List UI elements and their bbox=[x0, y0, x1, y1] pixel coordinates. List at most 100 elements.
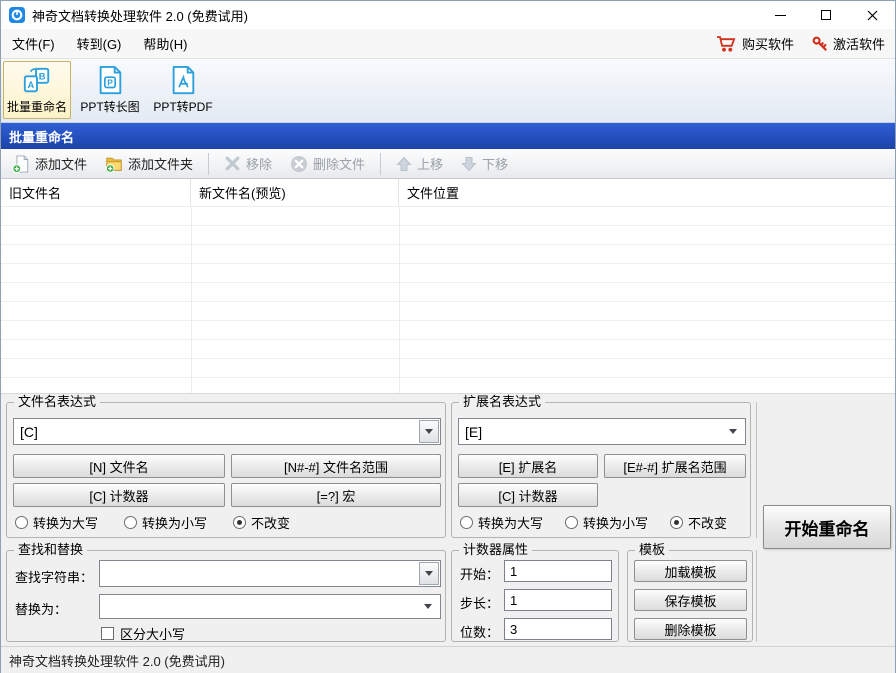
find-string-combo[interactable] bbox=[99, 560, 441, 587]
template-title: 模板 bbox=[635, 543, 669, 557]
radio-icon bbox=[460, 516, 473, 529]
extension-expression-title: 扩展名表达式 bbox=[459, 395, 545, 409]
checkbox-icon bbox=[101, 627, 114, 640]
radio-label: 转换为小写 bbox=[583, 513, 648, 532]
status-text: 神奇文档转换处理软件 2.0 (免费试用) bbox=[9, 651, 225, 670]
tab-ppt-to-long-image[interactable]: P PPT转长图 bbox=[76, 61, 144, 119]
delete-template-button[interactable]: 删除模板 bbox=[634, 618, 747, 640]
find-string-label: 查找字符串： bbox=[15, 567, 93, 586]
section-title: 批量重命名 bbox=[9, 127, 74, 146]
macro-filename-range-button[interactable]: [N#-#] 文件名范围 bbox=[231, 454, 441, 478]
macro-extension-button[interactable]: [E] 扩展名 bbox=[458, 454, 598, 478]
chevron-down-icon bbox=[425, 429, 433, 434]
macro-macro-button[interactable]: [=?] 宏 bbox=[231, 483, 441, 507]
buy-software-link[interactable]: 购买软件 bbox=[716, 34, 794, 53]
svg-text:B: B bbox=[39, 72, 46, 82]
maximize-button[interactable] bbox=[803, 1, 849, 29]
extension-combo-dropdown-button[interactable] bbox=[722, 420, 744, 443]
add-file-icon bbox=[12, 155, 30, 173]
status-bar: 神奇文档转换处理软件 2.0 (免费试用) bbox=[1, 646, 895, 673]
filename-expression-combo[interactable]: [C] bbox=[13, 418, 441, 445]
section-header: 批量重命名 bbox=[1, 123, 895, 149]
column-file-location[interactable]: 文件位置 bbox=[399, 179, 895, 206]
find-string-dropdown-button[interactable] bbox=[419, 562, 439, 585]
macro-extension-range-button[interactable]: [E#-#] 扩展名范围 bbox=[604, 454, 746, 478]
counter-digits-input[interactable] bbox=[504, 618, 612, 640]
radio-selected-icon bbox=[233, 516, 246, 529]
macro-counter-button[interactable]: [C] 计数器 bbox=[13, 483, 225, 507]
extension-radio-lowercase[interactable]: 转换为小写 bbox=[565, 513, 648, 532]
save-template-button[interactable]: 保存模板 bbox=[634, 589, 747, 611]
menu-file[interactable]: 文件(F) bbox=[1, 29, 66, 58]
macro-filename-button[interactable]: [N] 文件名 bbox=[13, 454, 225, 478]
column-old-filename[interactable]: 旧文件名 bbox=[1, 179, 191, 206]
svg-text:A: A bbox=[28, 80, 35, 90]
ribbon-toolbar: B A 批量重命名 P PPT转长图 PPT转PDF bbox=[1, 59, 895, 123]
load-template-button[interactable]: 加载模板 bbox=[634, 560, 747, 582]
add-file-button[interactable]: 添加文件 bbox=[3, 151, 96, 177]
radio-selected-icon bbox=[670, 516, 683, 529]
replace-with-dropdown-button[interactable] bbox=[417, 596, 439, 617]
menu-help[interactable]: 帮助(H) bbox=[132, 29, 198, 58]
close-icon bbox=[867, 10, 878, 21]
extension-expression-group: 扩展名表达式 [E] [E] 扩展名 [E#-#] 扩展名范围 [C] 计数器 … bbox=[451, 402, 751, 538]
filename-expression-group: 文件名表达式 [C] [N] 文件名 [N#-#] 文件名范围 [C] 计数器 … bbox=[6, 402, 446, 538]
start-rename-button[interactable]: 开始重命名 bbox=[763, 505, 891, 549]
extension-radio-uppercase[interactable]: 转换为大写 bbox=[460, 513, 543, 532]
file-table-header: 旧文件名 新文件名(预览) 文件位置 bbox=[1, 179, 895, 207]
filename-radio-lowercase[interactable]: 转换为小写 bbox=[124, 513, 207, 532]
tab-batch-rename[interactable]: B A 批量重命名 bbox=[3, 61, 71, 119]
counter-start-input[interactable] bbox=[504, 560, 612, 582]
move-up-label: 上移 bbox=[417, 154, 443, 173]
delete-file-icon bbox=[290, 155, 308, 173]
file-list-table[interactable]: 旧文件名 新文件名(预览) 文件位置 bbox=[1, 179, 895, 393]
find-replace-title: 查找和替换 bbox=[14, 543, 87, 557]
extension-radio-unchanged[interactable]: 不改变 bbox=[670, 513, 727, 532]
find-replace-group: 查找和替换 查找字符串： 替换为： 区分大小写 bbox=[6, 550, 446, 642]
remove-label: 移除 bbox=[246, 154, 272, 173]
filename-radio-unchanged[interactable]: 不改变 bbox=[233, 513, 290, 532]
chevron-down-icon bbox=[729, 429, 737, 434]
counter-start-label: 开始： bbox=[460, 564, 499, 583]
table-grid-vline bbox=[191, 207, 192, 393]
group-divider-line bbox=[756, 402, 757, 538]
add-file-label: 添加文件 bbox=[35, 154, 87, 173]
maximize-icon bbox=[821, 10, 831, 20]
column-new-filename-preview[interactable]: 新文件名(预览) bbox=[191, 179, 399, 206]
key-icon bbox=[812, 36, 828, 52]
menu-goto[interactable]: 转到(G) bbox=[66, 29, 133, 58]
extension-expression-combo[interactable]: [E] bbox=[458, 418, 746, 445]
replace-with-combo[interactable] bbox=[99, 594, 441, 619]
template-group: 模板 加载模板 保存模板 删除模板 bbox=[627, 550, 753, 642]
filename-combo-dropdown-button[interactable] bbox=[419, 420, 439, 443]
counter-step-input[interactable] bbox=[504, 589, 612, 611]
chevron-down-icon bbox=[425, 571, 433, 576]
radio-label: 转换为大写 bbox=[478, 513, 543, 532]
file-table-body[interactable] bbox=[1, 207, 895, 393]
add-folder-button[interactable]: 添加文件夹 bbox=[96, 151, 202, 177]
macro-extension-counter-button[interactable]: [C] 计数器 bbox=[458, 483, 598, 507]
delete-file-button[interactable]: 删除文件 bbox=[281, 151, 374, 177]
add-folder-icon bbox=[105, 155, 123, 173]
move-up-button[interactable]: 上移 bbox=[387, 151, 452, 177]
move-up-icon bbox=[396, 156, 412, 172]
title-bar: 神奇文档转换处理软件 2.0 (免费试用) bbox=[1, 1, 895, 29]
menu-bar: 文件(F) 转到(G) 帮助(H) 购买软件 激活软件 bbox=[1, 29, 895, 59]
minimize-icon bbox=[775, 15, 786, 16]
cart-icon bbox=[716, 35, 737, 53]
case-sensitive-checkbox[interactable]: 区分大小写 bbox=[101, 624, 185, 643]
activate-software-link[interactable]: 激活软件 bbox=[812, 34, 885, 53]
replace-with-label: 替换为： bbox=[15, 599, 67, 618]
filename-radio-uppercase[interactable]: 转换为大写 bbox=[15, 513, 98, 532]
close-button[interactable] bbox=[849, 1, 895, 29]
app-window: 神奇文档转换处理软件 2.0 (免费试用) 文件(F) 转到(G) 帮助(H) … bbox=[0, 0, 896, 673]
tab-ppt-to-pdf[interactable]: PPT转PDF bbox=[149, 61, 217, 119]
filename-expression-title: 文件名表达式 bbox=[14, 395, 100, 409]
remove-button[interactable]: 移除 bbox=[215, 151, 281, 177]
move-down-icon bbox=[461, 156, 477, 172]
filename-expression-value: [C] bbox=[14, 424, 418, 440]
toolbar-separator bbox=[380, 153, 381, 175]
move-down-button[interactable]: 下移 bbox=[452, 151, 517, 177]
tab-batch-rename-label: 批量重命名 bbox=[7, 98, 67, 115]
minimize-button[interactable] bbox=[757, 1, 803, 29]
